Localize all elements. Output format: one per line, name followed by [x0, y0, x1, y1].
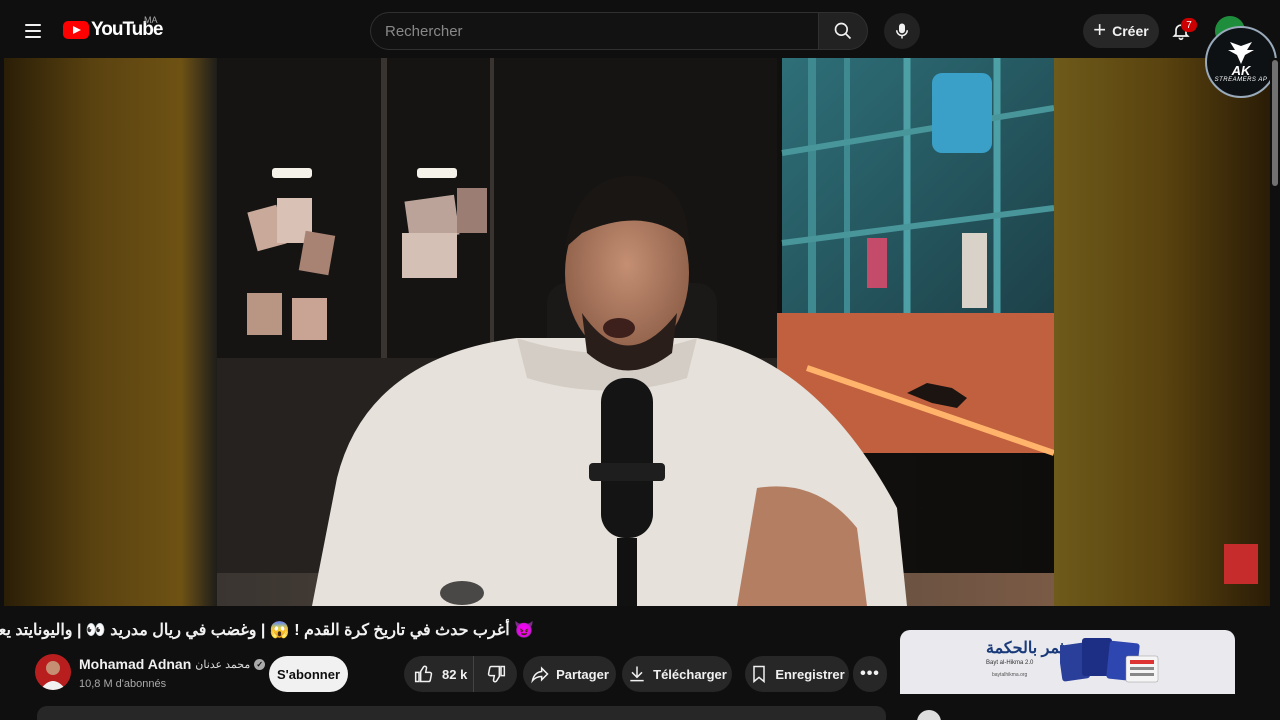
player-ambient-right	[1054, 58, 1270, 606]
bookmark-icon	[753, 665, 766, 684]
like-dislike-group: 82 k	[404, 656, 517, 692]
channel-name-arabic: محمد عدنان	[195, 658, 251, 671]
share-label: Partager	[556, 666, 609, 682]
subscribe-button[interactable]: S'abonner	[269, 656, 348, 692]
ad-url: baytalhikma.org	[992, 672, 1028, 678]
eagle-icon	[1228, 41, 1254, 64]
voice-search-button[interactable]	[884, 13, 920, 49]
download-label: Télécharger	[653, 666, 727, 682]
notification-count-badge: 7	[1181, 18, 1197, 32]
scrollbar-thumb[interactable]	[1272, 60, 1278, 186]
channel-name[interactable]: Mohamad Adnan محمد عدنان ✓	[79, 656, 266, 672]
like-count: 82 k	[442, 666, 468, 682]
plus-icon: +	[1093, 17, 1107, 42]
ad-brand-latin: Bayt al-Hikma 2.0	[986, 660, 1034, 666]
share-icon	[531, 666, 549, 684]
subscriber-count: 10,8 M d'abonnés	[79, 678, 167, 690]
description-box[interactable]	[37, 706, 886, 720]
search-input[interactable]	[370, 12, 818, 50]
youtube-play-icon	[63, 21, 89, 39]
hamburger-menu-icon[interactable]	[19, 17, 47, 45]
microphone-icon	[896, 23, 908, 39]
search-button[interactable]	[818, 12, 868, 50]
create-button[interactable]: + Créer	[1083, 14, 1159, 48]
verified-check-icon: ✓	[254, 658, 266, 670]
share-button[interactable]: Partager	[523, 656, 616, 692]
video-frame-image	[217, 58, 1054, 606]
video-player[interactable]	[4, 58, 1270, 606]
save-button[interactable]: Enregistrer	[745, 656, 849, 692]
watermark-subtext: STREAMERS AP	[1214, 76, 1268, 83]
thumbs-down-icon	[487, 665, 505, 683]
video-frame[interactable]	[217, 58, 1054, 606]
more-actions-button[interactable]: •••	[853, 656, 887, 692]
channel-avatar-image	[40, 661, 66, 690]
video-title: 😈 أغرب حدث في تاريخ كرة القدم ! 😱 | وغضب…	[0, 622, 534, 639]
like-button[interactable]: 82 k	[404, 656, 474, 692]
thumbs-up-icon	[414, 665, 433, 683]
download-button[interactable]: Télécharger	[622, 656, 732, 692]
ad-product-cards	[1060, 638, 1159, 683]
channel-name-latin[interactable]: Mohamad Adnan	[79, 656, 191, 672]
watermark-text: AK	[1231, 62, 1251, 78]
country-code: MA	[144, 15, 158, 25]
save-label: Enregistrer	[775, 666, 845, 682]
download-icon	[630, 666, 644, 682]
end-screen-channel-thumbnail[interactable]	[1224, 544, 1258, 584]
related-videos-area	[900, 694, 1235, 720]
search-bar	[370, 12, 868, 50]
channel-avatar[interactable]	[35, 654, 71, 690]
top-bar: YouTube MA + Créer 7	[0, 0, 1280, 58]
dislike-button[interactable]	[474, 656, 517, 692]
ak-streamers-watermark: AK STREAMERS AP	[1205, 26, 1277, 98]
search-icon	[834, 22, 852, 40]
create-label: Créer	[1112, 23, 1149, 39]
ad-banner[interactable]: استثمر بالحكمة Bayt al-Hikma 2.0 baytalh…	[900, 630, 1235, 694]
